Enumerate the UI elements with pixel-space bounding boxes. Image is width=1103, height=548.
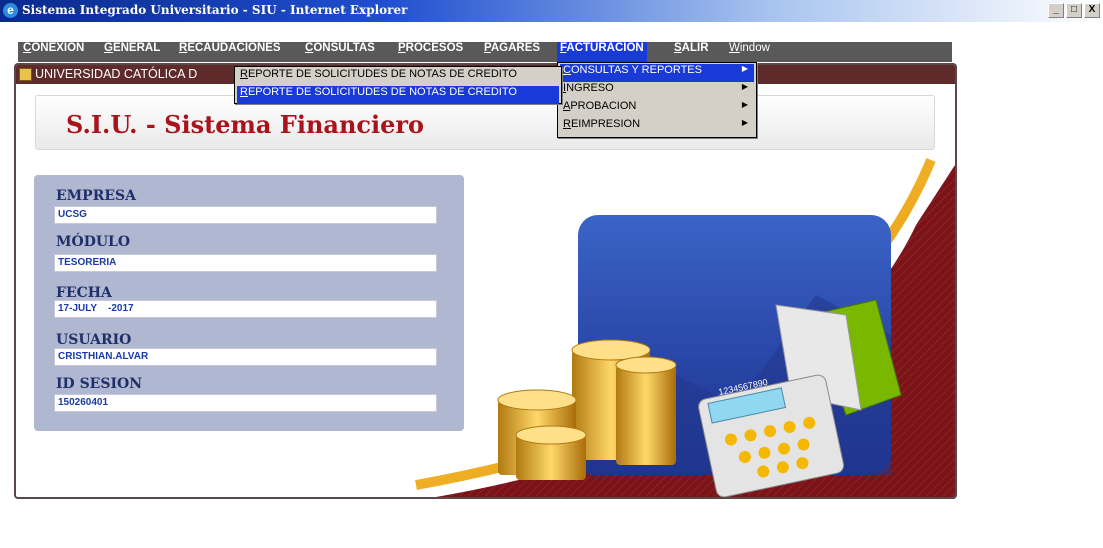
- facturacion-dropdown: CONSULTAS Y REPORTES ▶ INGRESO ▶ APROBACIO…: [557, 62, 757, 138]
- ie-icon[interactable]: e: [3, 3, 18, 18]
- menu-consultas-label: ONSULTAS: [313, 42, 375, 54]
- usuario-field: CRISTHIAN.ALVAR: [54, 348, 437, 366]
- submenu-arrow-icon: ▶: [741, 64, 748, 73]
- coin-stacks: [497, 339, 677, 480]
- menu-recaudaciones[interactable]: RECAUDACIONES: [176, 42, 284, 62]
- menu-conexion-label: ONEXION: [31, 42, 85, 54]
- menu-conexion[interactable]: CONEXION: [20, 42, 87, 62]
- reimpresion-mnemonic: R: [563, 118, 571, 130]
- empresa-field: UCSG: [54, 206, 437, 224]
- title-bar[interactable]: e Sistema Integrado Universitario - SIU …: [0, 0, 1103, 22]
- menu-item-aprobacion[interactable]: APROBACION ▶: [560, 100, 754, 118]
- reporte-2-label: EPORTE DE SOLICITUDES DE NOTAS DE CREDIT…: [247, 86, 517, 98]
- page-title: S.I.U. - Sistema Financiero: [66, 110, 425, 139]
- aprobacion-label: PROBACION: [570, 100, 637, 112]
- empresa-label: EMPRESA: [56, 188, 136, 204]
- siu-window: e Sistema Integrado Universitario - SIU …: [0, 0, 1103, 548]
- menu-facturacion-label: ACTURACION: [566, 42, 644, 54]
- menu-recaudaciones-label: ECAUDACIONES: [187, 42, 281, 54]
- modulo-label: MÓDULO: [56, 234, 131, 250]
- menu-pagares-mnemonic: P: [484, 42, 491, 54]
- usuario-label: USUARIO: [56, 332, 132, 348]
- menu-procesos[interactable]: PROCESOS: [395, 42, 466, 62]
- menu-general-label: ENERAL: [112, 42, 161, 54]
- menu-consultas[interactable]: CONSULTAS: [302, 42, 378, 62]
- submenu-arrow-icon: ▶: [741, 118, 748, 127]
- menu-item-reporte-solicitudes-1[interactable]: REPORTE DE SOLICITUDES DE NOTAS DE CREDI…: [237, 68, 559, 86]
- reporte-1-label: EPORTE DE SOLICITUDES DE NOTAS DE CREDIT…: [247, 68, 517, 80]
- submenu-arrow-icon: ▶: [741, 100, 748, 109]
- menu-pagares-label: AGARES: [490, 42, 541, 54]
- consultas-y-reportes-label: ONSULTAS Y REPORTES: [570, 64, 702, 76]
- menu-window-mnemonic: W: [729, 42, 740, 54]
- menu-pagares[interactable]: PAGARES: [481, 42, 543, 62]
- menu-salir[interactable]: SALIR: [671, 42, 712, 62]
- menu-salir-mnemonic: S: [674, 42, 682, 54]
- close-button[interactable]: X: [1084, 3, 1100, 18]
- session-info-panel: EMPRESA UCSG MÓDULO TESORERIA FECHA 17-J…: [34, 175, 464, 431]
- reporte-1-mnemonic: R: [240, 68, 248, 80]
- menu-item-reporte-solicitudes-2[interactable]: REPORTE DE SOLICITUDES DE NOTAS DE CREDI…: [237, 86, 559, 104]
- menu-item-ingreso[interactable]: INGRESO ▶: [560, 82, 754, 100]
- reporte-2-mnemonic: R: [240, 86, 248, 98]
- menu-facturacion[interactable]: FACTURACION: [557, 42, 647, 62]
- menu-window-label: indow: [739, 42, 770, 54]
- main-frame: UNIVERSIDAD CATÓLICA D 1234567890 S.I.U.…: [14, 63, 957, 499]
- menu-general[interactable]: GENERAL: [101, 42, 163, 62]
- maximize-button[interactable]: □: [1066, 3, 1082, 18]
- minimize-button[interactable]: _: [1048, 3, 1064, 18]
- sesion-field: 150260401: [54, 394, 437, 412]
- fecha-label: FECHA: [56, 285, 112, 301]
- modulo-field: TESORERIA: [54, 254, 437, 272]
- window-title: Sistema Integrado Universitario - SIU - …: [22, 3, 408, 17]
- menu-bar: CONEXION GENERAL RECAUDACIONES CONSULTAS…: [18, 42, 952, 62]
- submenu-arrow-icon: ▶: [741, 82, 748, 91]
- ingreso-label: NGRESO: [566, 82, 614, 94]
- menu-procesos-label: ROCESOS: [405, 42, 464, 54]
- menu-procesos-mnemonic: P: [398, 42, 406, 54]
- menu-item-reimpresion[interactable]: REIMPRESION ▶: [560, 118, 754, 136]
- sesion-label: ID SESION: [56, 376, 142, 392]
- fecha-field: 17-JULY -2017: [54, 300, 437, 318]
- menu-item-consultas-y-reportes[interactable]: CONSULTAS Y REPORTES ▶: [560, 64, 754, 82]
- consultas-reportes-submenu: REPORTE DE SOLICITUDES DE NOTAS DE CREDI…: [234, 66, 562, 104]
- menu-general-mnemonic: G: [104, 42, 113, 54]
- consultas-y-reportes-mnemonic: C: [563, 64, 571, 76]
- menu-window[interactable]: Window: [726, 42, 773, 62]
- reimpresion-label: EIMPRESION: [570, 118, 641, 130]
- menu-salir-label: ALIR: [681, 42, 709, 54]
